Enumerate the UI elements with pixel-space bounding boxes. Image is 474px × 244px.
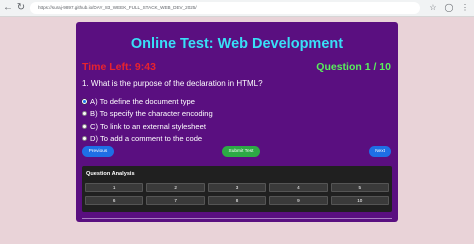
answer-options: A) To define the document type B) To spe…	[82, 95, 213, 145]
question-number-2[interactable]: 2	[146, 183, 205, 192]
browser-toolbar: ← ↻ https://suraj-9897.github.io/DAY_83_…	[0, 0, 474, 17]
option-c-label: C) To link to an external stylesheet	[90, 121, 206, 131]
question-analysis: Question Analysis 1 2 3 4 5 6 7 8 9 10	[82, 166, 392, 212]
profile-icon[interactable]: ◯	[444, 2, 454, 14]
question-number-4[interactable]: 4	[269, 183, 328, 192]
option-b-label: B) To specify the character encoding	[90, 109, 213, 119]
option-b[interactable]: B) To specify the character encoding	[82, 108, 213, 120]
analysis-title: Question Analysis	[86, 171, 135, 177]
question-number-7[interactable]: 7	[146, 196, 205, 205]
timer-label: Time Left: 9:43	[82, 61, 156, 73]
option-d[interactable]: D) To add a comment to the code	[82, 133, 213, 145]
next-button[interactable]: Next	[369, 146, 391, 157]
menu-icon[interactable]: ⋮	[460, 2, 470, 14]
question-counter: Question 1 / 10	[316, 61, 391, 73]
question-number-3[interactable]: 3	[207, 183, 267, 192]
option-d-label: D) To add a comment to the code	[90, 134, 203, 144]
back-icon[interactable]: ←	[2, 2, 14, 14]
option-a-label: A) To define the document type	[90, 96, 195, 106]
question-number-9[interactable]: 9	[269, 196, 328, 205]
option-b-radio[interactable]	[82, 111, 87, 117]
option-c[interactable]: C) To link to an external stylesheet	[82, 120, 213, 132]
divider	[82, 218, 392, 219]
option-d-radio[interactable]	[82, 136, 87, 142]
quiz-panel: Online Test: Web Development Time Left: …	[76, 22, 398, 222]
quiz-title: Online Test: Web Development	[130, 36, 344, 52]
question-text: 1. What is the purpose of the declaratio…	[82, 79, 263, 88]
option-a-radio[interactable]	[82, 98, 87, 104]
option-a[interactable]: A) To define the document type	[82, 95, 213, 107]
question-number-10[interactable]: 10	[330, 196, 389, 205]
question-number-1[interactable]: 1	[85, 183, 144, 192]
previous-button[interactable]: Previous	[82, 146, 114, 157]
star-icon[interactable]: ☆	[428, 2, 438, 14]
submit-test-button[interactable]: Submit Test	[222, 146, 260, 157]
url-text: https://suraj-9897.github.io/DAY_83_WEEK…	[38, 5, 197, 10]
option-c-radio[interactable]	[82, 123, 87, 129]
question-grid: 1 2 3 4 5 6 7 8 9 10	[85, 183, 389, 205]
address-bar[interactable]: https://suraj-9897.github.io/DAY_83_WEEK…	[30, 2, 420, 14]
question-number-5[interactable]: 5	[330, 183, 389, 192]
question-number-6[interactable]: 6	[85, 196, 144, 205]
reload-icon[interactable]: ↻	[15, 2, 27, 14]
question-number-8[interactable]: 8	[207, 196, 267, 205]
